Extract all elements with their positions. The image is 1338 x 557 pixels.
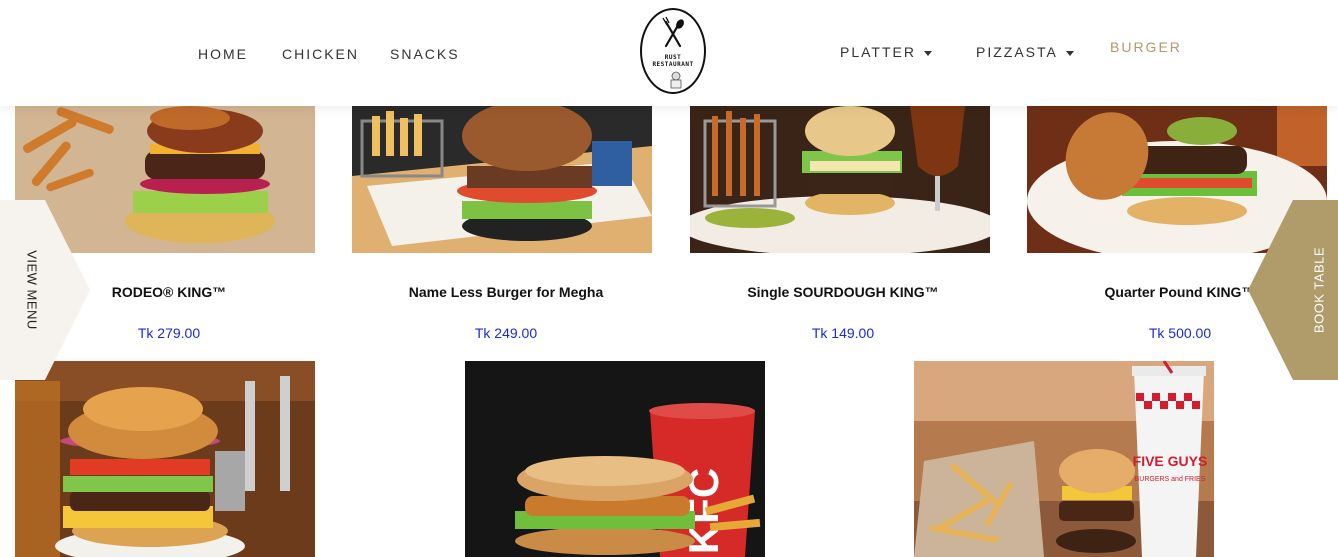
product-title[interactable]: Single SOURDOUGH KING™ xyxy=(693,284,993,300)
product-image-five-guys-burger[interactable]: FIVE GUYS BURGERS and FRIES xyxy=(914,361,1214,557)
top-navigation: HOME CHICKEN SNACKS RUST RESTAURANT PLAT… xyxy=(0,0,1338,106)
nav-snacks[interactable]: SNACKS xyxy=(390,46,460,62)
nav-pizzasta[interactable]: PIZZASTA xyxy=(976,44,1074,60)
view-menu-label: VIEW MENU xyxy=(24,250,40,330)
product-image-sourdough-king[interactable] xyxy=(690,106,990,253)
nav-platter-label: PLATTER xyxy=(840,44,916,60)
nav-pizzasta-label: PIZZASTA xyxy=(976,44,1058,60)
chevron-down-icon xyxy=(1065,50,1074,56)
product-price: Tk 149.00 xyxy=(811,325,875,341)
product-title[interactable]: Name Less Burger for Megha xyxy=(356,284,656,300)
five-guys-cup-text: FIVE GUYS xyxy=(1133,453,1208,469)
product-image-name-less-burger[interactable] xyxy=(352,106,652,253)
product-image-kfc-burger[interactable]: KFC xyxy=(465,361,765,557)
logo-text-line2: RESTAURANT xyxy=(652,61,694,68)
book-table-tab[interactable]: BOOK TABLE xyxy=(1248,200,1338,380)
five-guys-cup-subtext: BURGERS and FRIES xyxy=(1135,476,1206,483)
logo-text-line1: RUST xyxy=(664,54,682,61)
nav-burger[interactable]: BURGER xyxy=(1110,39,1182,55)
nav-home[interactable]: HOME xyxy=(198,46,248,62)
fork-spoon-icon xyxy=(662,16,684,48)
nav-chicken[interactable]: CHICKEN xyxy=(282,46,359,62)
chevron-down-icon xyxy=(923,50,932,56)
restaurant-logo[interactable]: RUST RESTAURANT xyxy=(640,8,706,94)
product-image-double-cheeseburger[interactable] xyxy=(15,361,315,557)
nav-platter[interactable]: PLATTER xyxy=(840,44,932,60)
product-price: Tk 249.00 xyxy=(474,325,538,341)
book-table-label: BOOK TABLE xyxy=(1311,246,1327,334)
chef-figure-icon xyxy=(670,71,682,89)
view-menu-tab[interactable]: VIEW MENU xyxy=(0,200,90,380)
